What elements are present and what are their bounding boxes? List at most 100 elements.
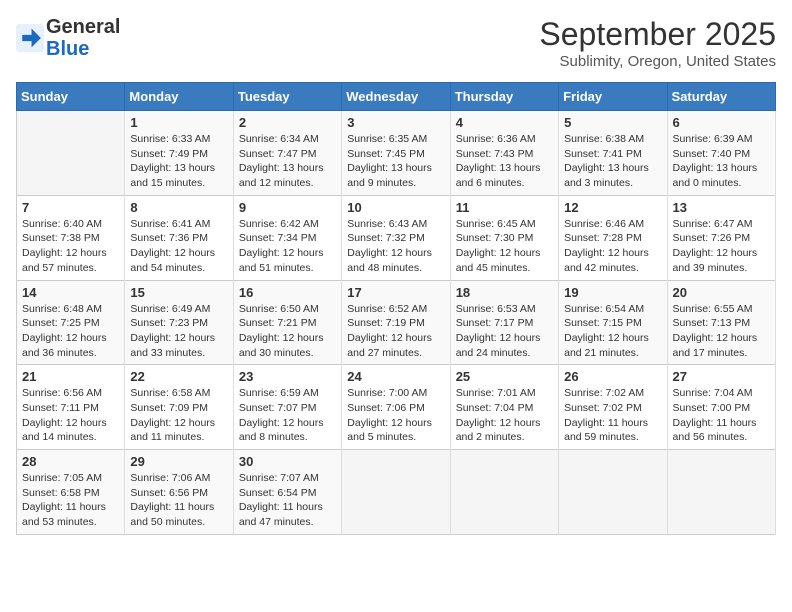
day-number: 5 xyxy=(564,115,661,130)
calendar-cell: 5 Sunrise: 6:38 AM Sunset: 7:41 PM Daylig… xyxy=(559,111,667,196)
location-subtitle: Sublimity, Oregon, United States xyxy=(539,53,776,70)
logo: General Blue xyxy=(16,16,120,60)
calendar-cell: 30Sunrise: 7:07 AM Sunset: 6:54 PM Dayli… xyxy=(233,450,341,535)
day-content: Sunrise: 6:45 AM Sunset: 7:30 PM Dayligh… xyxy=(456,217,553,276)
calendar-cell: 10Sunrise: 6:43 AM Sunset: 7:32 PM Dayli… xyxy=(342,195,450,280)
title-block: September 2025 Sublimity, Oregon, United… xyxy=(539,16,776,70)
day-content: Sunrise: 6:49 AM Sunset: 7:23 PM Dayligh… xyxy=(130,302,227,361)
calendar-cell: 26 Sunrise: 7:02 AM Sunset: 7:02 PM Dayli… xyxy=(559,365,667,450)
day-number: 21 xyxy=(22,369,119,384)
day-content: Sunrise: 7:01 AM Sunset: 7:04 PM Dayligh… xyxy=(456,386,553,445)
calendar-week-row: 1Sunrise: 6:33 AM Sunset: 7:49 PM Daylig… xyxy=(17,111,776,196)
calendar-cell: 23 Sunrise: 6:59 AM Sunset: 7:07 PM Dayli… xyxy=(233,365,341,450)
calendar-cell: 3 Sunrise: 6:35 AM Sunset: 7:45 PM Daylig… xyxy=(342,111,450,196)
calendar-cell: 17 Sunrise: 6:52 AM Sunset: 7:19 PM Dayli… xyxy=(342,280,450,365)
logo-blue: Blue xyxy=(46,38,89,60)
day-content: Sunrise: 6:36 AM Sunset: 7:43 PM Dayligh… xyxy=(456,132,553,191)
calendar-table: SundayMondayTuesdayWednesdayThursdayFrid… xyxy=(16,82,776,535)
day-number: 15 xyxy=(130,285,227,300)
weekday-header: Friday xyxy=(559,83,667,111)
day-number: 2 xyxy=(239,115,336,130)
calendar-cell: 15 Sunrise: 6:49 AM Sunset: 7:23 PM Dayli… xyxy=(125,280,233,365)
day-number: 28 xyxy=(22,454,119,469)
day-content: Sunrise: 7:04 AM Sunset: 7:00 PM Dayligh… xyxy=(673,386,770,445)
day-number: 22 xyxy=(130,369,227,384)
calendar-cell: 11 Sunrise: 6:45 AM Sunset: 7:30 PM Dayli… xyxy=(450,195,558,280)
calendar-cell: 29 Sunrise: 7:06 AM Sunset: 6:56 PM Dayli… xyxy=(125,450,233,535)
calendar-cell: 19Sunrise: 6:54 AM Sunset: 7:15 PM Dayli… xyxy=(559,280,667,365)
page-header: General Blue September 2025 Sublimity, O… xyxy=(16,16,776,70)
calendar-cell xyxy=(559,450,667,535)
month-title: September 2025 xyxy=(539,16,776,53)
day-number: 16 xyxy=(239,285,336,300)
calendar-cell xyxy=(17,111,125,196)
weekday-header: Sunday xyxy=(17,83,125,111)
day-content: Sunrise: 6:48 AM Sunset: 7:25 PM Dayligh… xyxy=(22,302,119,361)
day-number: 7 xyxy=(22,200,119,215)
day-content: Sunrise: 6:41 AM Sunset: 7:36 PM Dayligh… xyxy=(130,217,227,276)
day-content: Sunrise: 6:38 AM Sunset: 7:41 PM Dayligh… xyxy=(564,132,661,191)
calendar-cell xyxy=(667,450,775,535)
day-content: Sunrise: 6:40 AM Sunset: 7:38 PM Dayligh… xyxy=(22,217,119,276)
logo-icon xyxy=(16,24,44,52)
day-content: Sunrise: 7:00 AM Sunset: 7:06 PM Dayligh… xyxy=(347,386,444,445)
calendar-cell: 18 Sunrise: 6:53 AM Sunset: 7:17 PM Dayli… xyxy=(450,280,558,365)
calendar-week-row: 14 Sunrise: 6:48 AM Sunset: 7:25 PM Dayli… xyxy=(17,280,776,365)
calendar-cell xyxy=(342,450,450,535)
day-content: Sunrise: 6:35 AM Sunset: 7:45 PM Dayligh… xyxy=(347,132,444,191)
day-content: Sunrise: 7:06 AM Sunset: 6:56 PM Dayligh… xyxy=(130,471,227,530)
day-content: Sunrise: 6:47 AM Sunset: 7:26 PM Dayligh… xyxy=(673,217,770,276)
calendar-cell: 16 Sunrise: 6:50 AM Sunset: 7:21 PM Dayli… xyxy=(233,280,341,365)
day-content: Sunrise: 6:39 AM Sunset: 7:40 PM Dayligh… xyxy=(673,132,770,191)
day-content: Sunrise: 6:33 AM Sunset: 7:49 PM Dayligh… xyxy=(130,132,227,191)
calendar-cell xyxy=(450,450,558,535)
weekday-header: Tuesday xyxy=(233,83,341,111)
day-content: Sunrise: 6:59 AM Sunset: 7:07 PM Dayligh… xyxy=(239,386,336,445)
day-content: Sunrise: 6:55 AM Sunset: 7:13 PM Dayligh… xyxy=(673,302,770,361)
day-number: 17 xyxy=(347,285,444,300)
day-content: Sunrise: 6:43 AM Sunset: 7:32 PM Dayligh… xyxy=(347,217,444,276)
day-content: Sunrise: 6:58 AM Sunset: 7:09 PM Dayligh… xyxy=(130,386,227,445)
day-number: 13 xyxy=(673,200,770,215)
day-content: Sunrise: 7:02 AM Sunset: 7:02 PM Dayligh… xyxy=(564,386,661,445)
day-number: 3 xyxy=(347,115,444,130)
day-number: 29 xyxy=(130,454,227,469)
calendar-cell: 8Sunrise: 6:41 AM Sunset: 7:36 PM Daylig… xyxy=(125,195,233,280)
day-content: Sunrise: 6:34 AM Sunset: 7:47 PM Dayligh… xyxy=(239,132,336,191)
calendar-cell: 25 Sunrise: 7:01 AM Sunset: 7:04 PM Dayli… xyxy=(450,365,558,450)
calendar-cell: 1Sunrise: 6:33 AM Sunset: 7:49 PM Daylig… xyxy=(125,111,233,196)
day-content: Sunrise: 6:52 AM Sunset: 7:19 PM Dayligh… xyxy=(347,302,444,361)
day-content: Sunrise: 7:07 AM Sunset: 6:54 PM Dayligh… xyxy=(239,471,336,530)
day-content: Sunrise: 6:56 AM Sunset: 7:11 PM Dayligh… xyxy=(22,386,119,445)
weekday-header: Saturday xyxy=(667,83,775,111)
day-number: 4 xyxy=(456,115,553,130)
day-number: 24 xyxy=(347,369,444,384)
calendar-cell: 12 Sunrise: 6:46 AM Sunset: 7:28 PM Dayli… xyxy=(559,195,667,280)
day-number: 18 xyxy=(456,285,553,300)
day-content: Sunrise: 6:50 AM Sunset: 7:21 PM Dayligh… xyxy=(239,302,336,361)
day-number: 19 xyxy=(564,285,661,300)
calendar-cell: 20 Sunrise: 6:55 AM Sunset: 7:13 PM Dayli… xyxy=(667,280,775,365)
calendar-cell: 14 Sunrise: 6:48 AM Sunset: 7:25 PM Dayli… xyxy=(17,280,125,365)
calendar-cell: 28 Sunrise: 7:05 AM Sunset: 6:58 PM Dayli… xyxy=(17,450,125,535)
calendar-cell: 21 Sunrise: 6:56 AM Sunset: 7:11 PM Dayli… xyxy=(17,365,125,450)
day-content: Sunrise: 7:05 AM Sunset: 6:58 PM Dayligh… xyxy=(22,471,119,530)
logo-general: General xyxy=(46,16,120,38)
day-content: Sunrise: 6:53 AM Sunset: 7:17 PM Dayligh… xyxy=(456,302,553,361)
day-content: Sunrise: 6:42 AM Sunset: 7:34 PM Dayligh… xyxy=(239,217,336,276)
day-number: 26 xyxy=(564,369,661,384)
calendar-week-row: 28 Sunrise: 7:05 AM Sunset: 6:58 PM Dayli… xyxy=(17,450,776,535)
calendar-cell: 4 Sunrise: 6:36 AM Sunset: 7:43 PM Daylig… xyxy=(450,111,558,196)
day-content: Sunrise: 6:46 AM Sunset: 7:28 PM Dayligh… xyxy=(564,217,661,276)
day-number: 11 xyxy=(456,200,553,215)
weekday-header: Wednesday xyxy=(342,83,450,111)
calendar-cell: 6Sunrise: 6:39 AM Sunset: 7:40 PM Daylig… xyxy=(667,111,775,196)
calendar-cell: 22 Sunrise: 6:58 AM Sunset: 7:09 PM Dayli… xyxy=(125,365,233,450)
day-number: 14 xyxy=(22,285,119,300)
day-number: 25 xyxy=(456,369,553,384)
day-number: 23 xyxy=(239,369,336,384)
calendar-cell: 2 Sunrise: 6:34 AM Sunset: 7:47 PM Daylig… xyxy=(233,111,341,196)
day-number: 12 xyxy=(564,200,661,215)
day-number: 20 xyxy=(673,285,770,300)
calendar-cell: 7 Sunrise: 6:40 AM Sunset: 7:38 PM Daylig… xyxy=(17,195,125,280)
